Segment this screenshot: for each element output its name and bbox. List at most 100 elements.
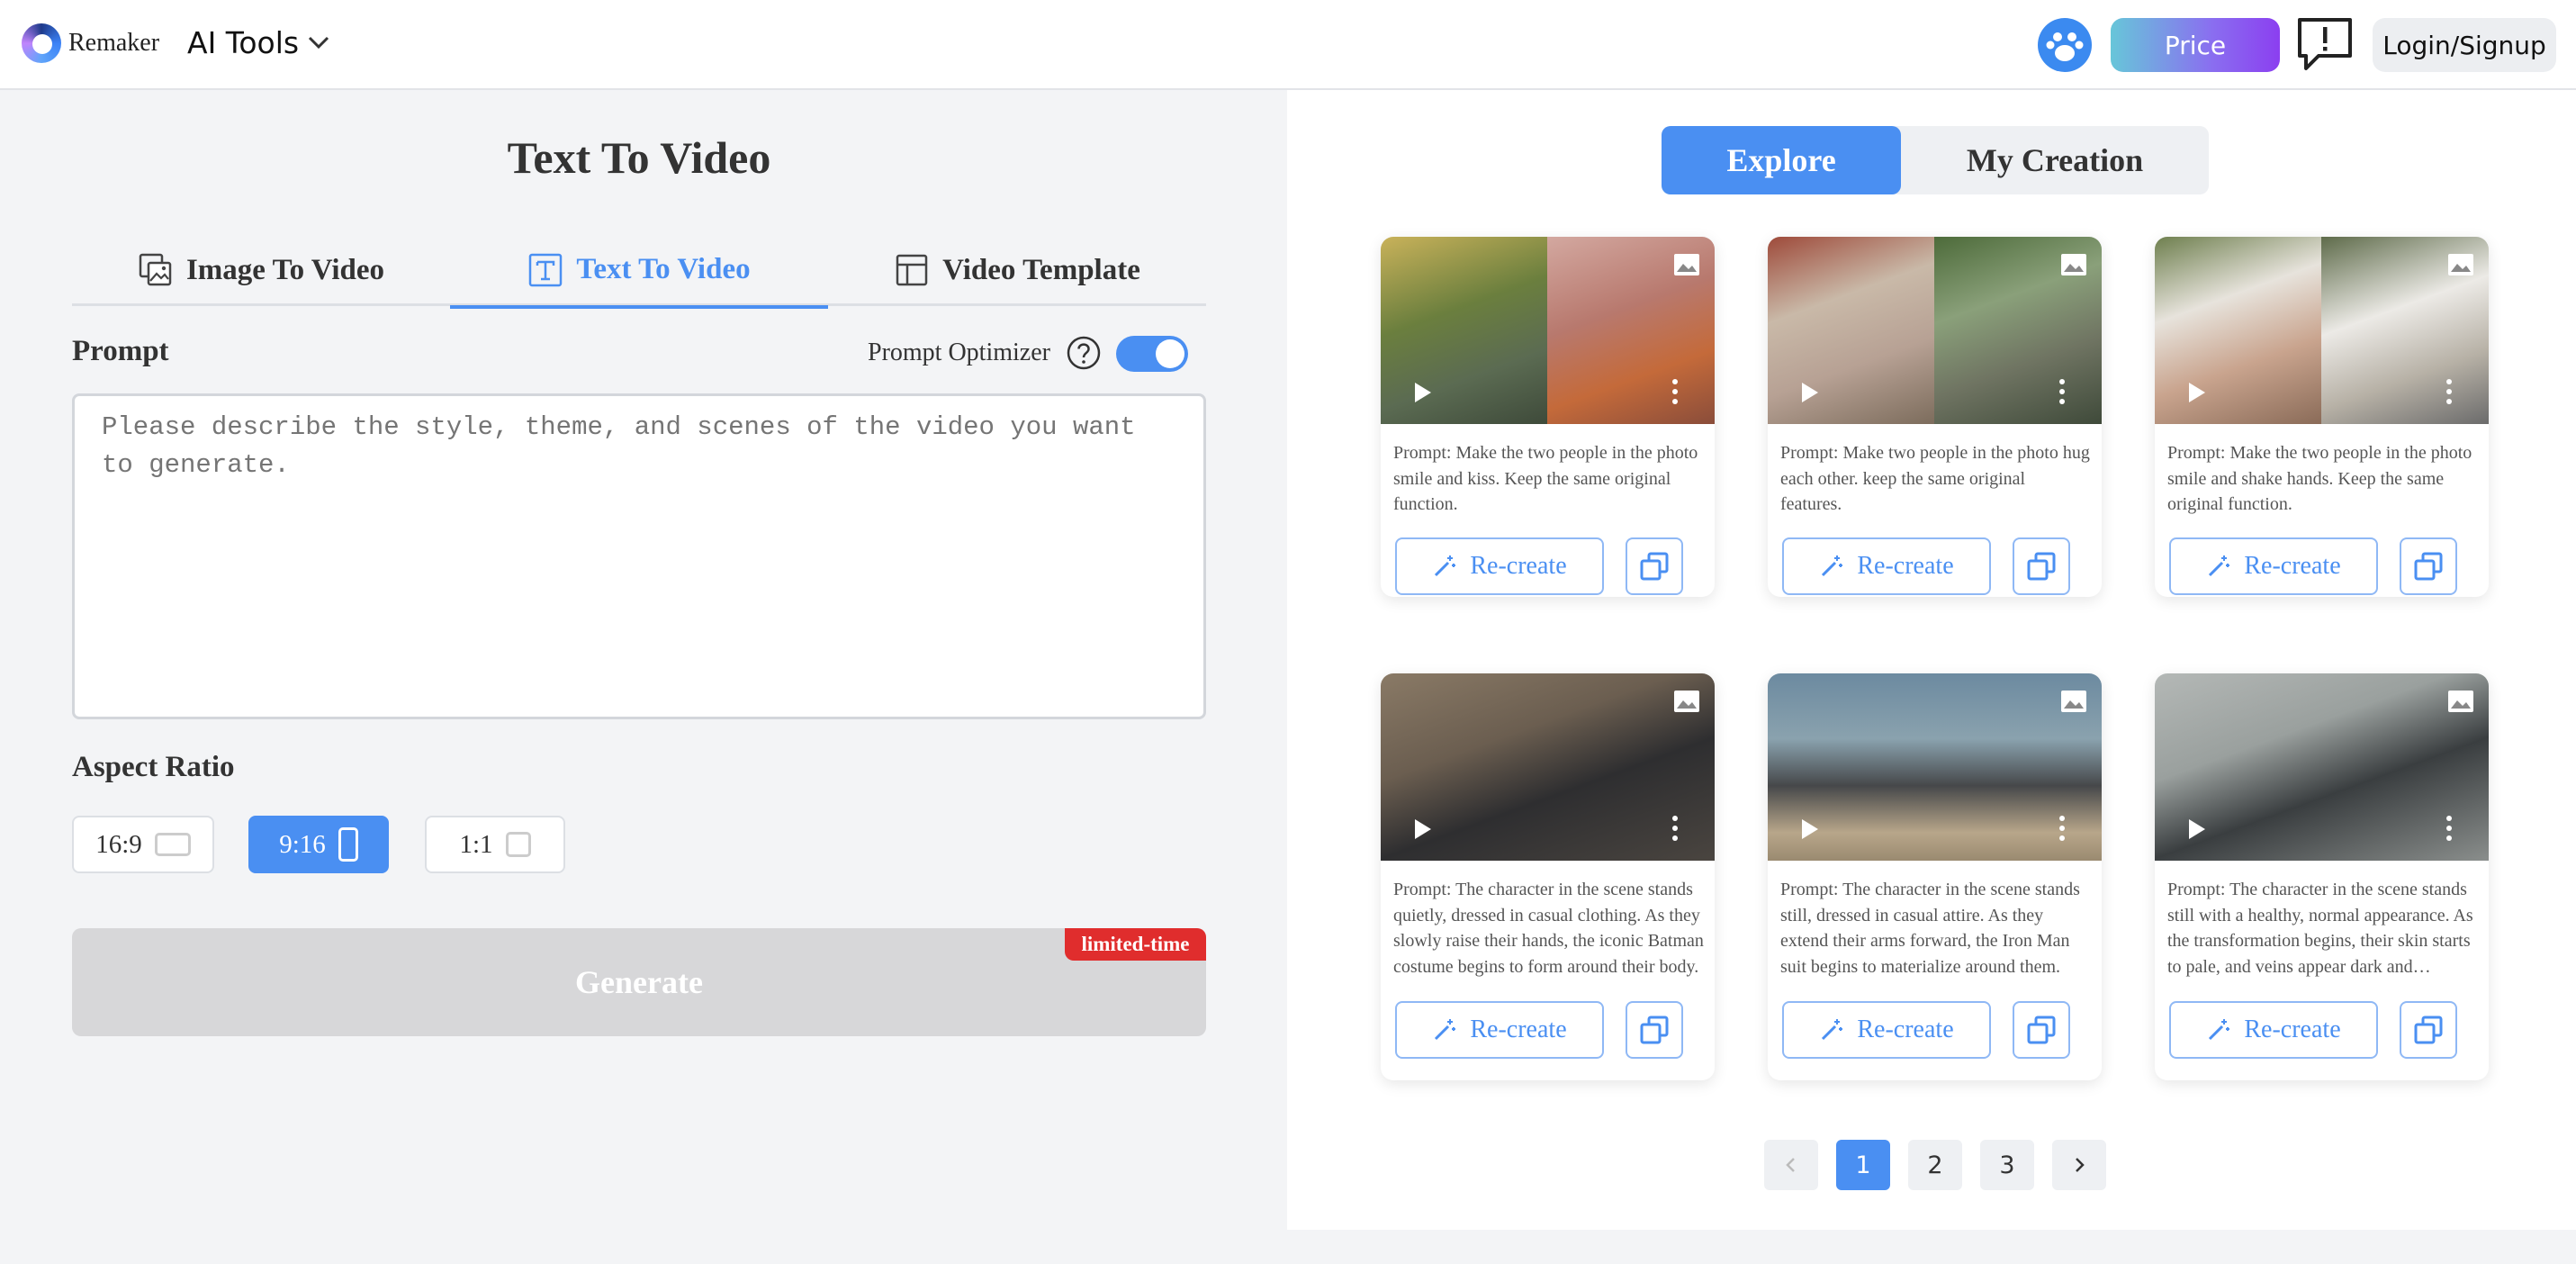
more-icon[interactable] (1671, 377, 1679, 406)
price-button[interactable]: Price (2111, 18, 2280, 72)
gallery-tabs: Explore My Creation (1662, 126, 2209, 194)
example-card[interactable]: Prompt: The character in the scene stand… (1768, 673, 2102, 1080)
re-create-label: Re-create (2244, 1016, 2341, 1043)
card-prompt-text: Prompt: Make the two people in the photo… (1393, 443, 1698, 514)
image-icon[interactable] (2447, 690, 2474, 713)
play-icon[interactable] (1800, 817, 1820, 841)
copy-icon (1640, 1016, 1669, 1044)
image-icon[interactable] (1673, 690, 1700, 713)
more-icon[interactable] (2445, 377, 2453, 406)
video-thumbnail[interactable] (1381, 237, 1715, 424)
ratio-16-9-button[interactable]: 16:9 (72, 816, 214, 873)
re-create-button[interactable]: Re-create (1782, 1001, 1991, 1059)
ratio-9-16-button[interactable]: 9:16 (248, 816, 389, 873)
ratio-label: 16:9 (95, 829, 142, 859)
login-signup-button[interactable]: Login/Signup (2373, 18, 2556, 72)
image-icon[interactable] (2060, 253, 2087, 276)
copy-button[interactable] (2400, 537, 2457, 595)
example-card[interactable]: Prompt: The character in the scene stand… (2155, 673, 2489, 1080)
pagination-page-2[interactable]: 2 (1908, 1140, 1962, 1190)
more-icon[interactable] (2058, 814, 2066, 843)
card-prompt-text: Prompt: Make two people in the photo hug… (1780, 443, 2090, 514)
re-create-button[interactable]: Re-create (1395, 1001, 1604, 1059)
copy-icon (2027, 552, 2056, 581)
image-stack-icon (139, 253, 172, 286)
page-title: Text To Video (507, 132, 771, 183)
pagination-page-1[interactable]: 1 (1836, 1140, 1890, 1190)
brand-name[interactable]: Remaker (68, 29, 159, 58)
tab-text-to-video[interactable]: Text To Video (450, 234, 828, 309)
text-box-icon (529, 253, 563, 286)
community-icon (2046, 32, 2084, 61)
re-create-label: Re-create (1470, 1016, 1567, 1043)
ai-tools-menu[interactable]: AI Tools (187, 25, 299, 60)
image-icon[interactable] (1673, 253, 1700, 276)
magic-wand-icon (1435, 1019, 1456, 1041)
limited-time-badge: limited-time (1065, 928, 1206, 961)
copy-button[interactable] (2013, 1001, 2070, 1059)
pagination-page-3[interactable]: 3 (1980, 1140, 2034, 1190)
square-ratio-icon (505, 832, 531, 857)
prompt-input[interactable] (72, 393, 1206, 719)
card-prompt-text: Prompt: The character in the scene stand… (1780, 880, 2080, 977)
video-thumbnail[interactable] (1768, 673, 2102, 861)
tab-explore[interactable]: Explore (1662, 126, 1901, 194)
more-icon[interactable] (2445, 814, 2453, 843)
ratio-1-1-button[interactable]: 1:1 (425, 816, 565, 873)
tab-video-template[interactable]: Video Template (828, 234, 1206, 306)
more-icon[interactable] (1671, 814, 1679, 843)
copy-icon (2027, 1016, 2056, 1044)
video-thumbnail[interactable] (2155, 673, 2489, 861)
remaker-logo-icon[interactable] (22, 23, 61, 63)
pagination-prev-button[interactable] (1764, 1140, 1818, 1190)
prompt-optimizer-label: Prompt Optimizer (868, 339, 1050, 366)
price-label: Price (2164, 30, 2227, 60)
generate-label: Generate (575, 964, 703, 1000)
copy-button[interactable] (1626, 1001, 1683, 1059)
template-icon (896, 254, 928, 286)
re-create-button[interactable]: Re-create (2169, 537, 2378, 595)
copy-button[interactable] (2400, 1001, 2457, 1059)
play-icon[interactable] (2187, 817, 2207, 841)
play-icon[interactable] (2187, 381, 2207, 404)
play-icon[interactable] (1413, 381, 1433, 404)
help-icon[interactable] (1066, 335, 1102, 371)
prompt-optimizer-toggle[interactable] (1116, 336, 1188, 372)
re-create-button[interactable]: Re-create (1782, 537, 1991, 595)
tab-image-to-video[interactable]: Image To Video (72, 234, 450, 306)
video-thumbnail[interactable] (1768, 237, 2102, 424)
example-card[interactable]: Prompt: Make the two people in the photo… (2155, 237, 2489, 597)
image-icon[interactable] (2447, 253, 2474, 276)
re-create-label: Re-create (1470, 552, 1567, 580)
example-card[interactable]: Prompt: Make the two people in the photo… (1381, 237, 1715, 597)
copy-button[interactable] (2013, 537, 2070, 595)
chevron-down-icon[interactable] (306, 32, 331, 52)
login-label: Login/Signup (2382, 30, 2546, 60)
card-prompt-text: Prompt: The character in the scene stand… (1393, 880, 1704, 977)
top-header: Remaker AI Tools Price Login/Signup (0, 0, 2576, 90)
copy-icon (1640, 552, 1669, 581)
tab-my-creation[interactable]: My Creation (1901, 126, 2209, 194)
video-thumbnail[interactable] (1381, 673, 1715, 861)
generate-button[interactable]: Generate (72, 928, 1206, 1036)
card-prompt-text: Prompt: The character in the scene stand… (2167, 880, 2473, 977)
community-button[interactable] (2038, 18, 2092, 72)
copy-button[interactable] (1626, 537, 1683, 595)
tab-label: Image To Video (185, 253, 385, 286)
re-create-label: Re-create (1857, 1016, 1954, 1043)
magic-wand-icon (2209, 555, 2230, 577)
feedback-icon[interactable] (2295, 16, 2355, 72)
re-create-button[interactable]: Re-create (1395, 537, 1604, 595)
pagination-next-button[interactable] (2052, 1140, 2106, 1190)
magic-wand-icon (1822, 555, 1843, 577)
magic-wand-icon (1822, 1019, 1843, 1041)
image-icon[interactable] (2060, 690, 2087, 713)
portrait-ratio-icon (338, 827, 358, 862)
example-card[interactable]: Prompt: Make two people in the photo hug… (1768, 237, 2102, 597)
video-thumbnail[interactable] (2155, 237, 2489, 424)
play-icon[interactable] (1800, 381, 1820, 404)
more-icon[interactable] (2058, 377, 2066, 406)
play-icon[interactable] (1413, 817, 1433, 841)
example-card[interactable]: Prompt: The character in the scene stand… (1381, 673, 1715, 1080)
re-create-button[interactable]: Re-create (2169, 1001, 2378, 1059)
